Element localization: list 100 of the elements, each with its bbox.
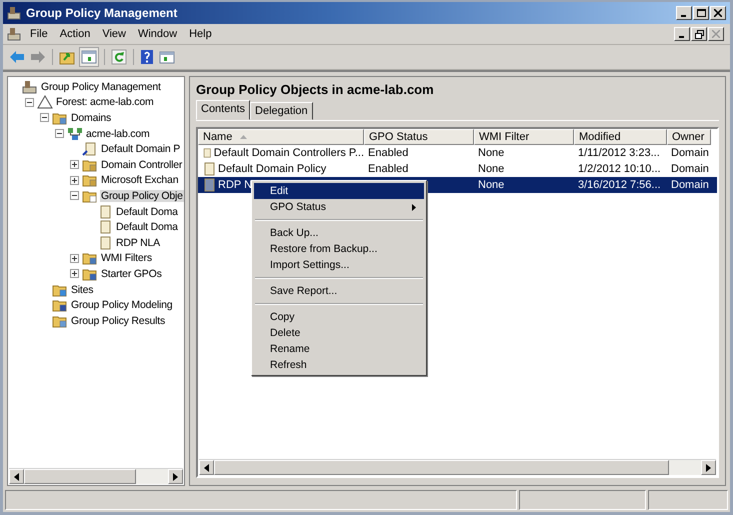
folder-icon: [82, 251, 98, 266]
menu-item[interactable]: Refresh: [254, 357, 424, 373]
tree-item[interactable]: Group Policy Obje: [100, 190, 184, 202]
menu-item[interactable]: File: [27, 28, 57, 40]
tab[interactable]: Contents: [196, 100, 250, 120]
table-cell: RDP N: [218, 179, 252, 191]
menu-item[interactable]: View: [99, 28, 135, 40]
menu-item[interactable]: Edit: [254, 183, 424, 199]
tree-item[interactable]: Group Policy Modeling: [70, 299, 174, 312]
sort-icon: [240, 135, 248, 139]
scroll-icon: [202, 146, 212, 160]
collapse-icon[interactable]: [40, 113, 49, 122]
menu-item[interactable]: Save Report...: [254, 283, 424, 299]
folder-icon: [52, 298, 68, 312]
folder-icon: [52, 282, 68, 297]
column-header[interactable]: WMI Filter: [474, 129, 574, 145]
table-cell: Domain: [671, 179, 709, 191]
menu-item[interactable]: Copy: [254, 309, 424, 325]
tree-item[interactable]: WMI Filters: [100, 252, 153, 264]
tab[interactable]: Delegation: [250, 102, 313, 120]
menu-item[interactable]: Window: [134, 28, 186, 40]
scroll-icon: [82, 142, 98, 156]
action-pane-icon[interactable]: [159, 50, 175, 64]
console-icon: [7, 27, 21, 41]
tree-item[interactable]: Sites: [70, 284, 94, 296]
scroll-right-icon[interactable]: [706, 464, 711, 472]
table-cell: Enabled: [368, 147, 408, 159]
window-title: Group Policy Management: [26, 6, 178, 20]
close-button[interactable]: [710, 6, 726, 20]
console-tree-icon[interactable]: [80, 48, 98, 66]
menu-item[interactable]: Rename: [254, 341, 424, 357]
minimize-button[interactable]: [676, 6, 692, 20]
tree-item[interactable]: Forest: acme-lab.com: [55, 96, 155, 108]
column-header[interactable]: Name: [198, 129, 364, 145]
tree-item[interactable]: Microsoft Exchan: [100, 174, 180, 186]
tree-item[interactable]: Default Doma: [115, 221, 179, 234]
folder-icon: [82, 266, 98, 281]
folder-icon: [82, 173, 98, 188]
tree-item[interactable]: Group Policy Results: [70, 314, 166, 327]
scroll-left-icon[interactable]: [204, 464, 209, 472]
refresh-icon[interactable]: [111, 49, 127, 65]
expand-icon[interactable]: [70, 176, 79, 185]
menu-item[interactable]: Back Up...: [254, 225, 424, 241]
scroll-left-icon[interactable]: [14, 472, 19, 480]
restore-icon: [694, 30, 704, 38]
menu-item[interactable]: Restore from Backup...: [254, 241, 424, 257]
tree-item[interactable]: Group Policy Management: [40, 80, 162, 93]
folder-icon: [52, 110, 68, 125]
restore-button[interactable]: [691, 27, 707, 41]
table-cell: 1/2/2012 10:10...: [578, 163, 661, 175]
collapse-icon[interactable]: [25, 98, 34, 107]
horizontal-scrollbar[interactable]: [199, 459, 716, 475]
close-button[interactable]: [708, 27, 724, 41]
scroll-right-icon[interactable]: [173, 472, 178, 480]
expand-icon[interactable]: [70, 269, 79, 278]
menu-item[interactable]: GPO Status: [254, 199, 424, 215]
menu-item[interactable]: Action: [56, 28, 100, 40]
tree-item[interactable]: Default Doma: [115, 206, 179, 218]
column-header[interactable]: GPO Status: [364, 129, 474, 145]
menu-item[interactable]: Delete: [254, 325, 424, 341]
column-header[interactable]: Owner: [667, 129, 711, 145]
network-icon: [67, 126, 83, 141]
tree-item[interactable]: Starter GPOs: [100, 268, 163, 280]
minimize-button[interactable]: [674, 27, 690, 41]
collapse-icon[interactable]: [55, 129, 64, 138]
table-cell: Enabled: [368, 163, 408, 175]
submenu-arrow-icon: [412, 204, 416, 210]
column-header[interactable]: Modified: [574, 129, 667, 145]
table-row[interactable]: Default Domain Controllers P... Enabled None 1/11/2012 3:23... Domain: [198, 145, 717, 161]
tree-item[interactable]: Domains: [70, 112, 112, 124]
tree-item[interactable]: RDP NLA: [115, 236, 161, 249]
scroll-icon: [202, 178, 216, 192]
folder-icon: [82, 158, 98, 172]
triangle-icon: [37, 95, 53, 110]
table-cell: None: [478, 147, 504, 159]
menu-item[interactable]: Help: [186, 28, 221, 40]
maximize-button[interactable]: [693, 6, 709, 20]
table-cell: None: [478, 163, 504, 175]
pane-title: Group Policy Objects in acme-lab.com: [196, 81, 435, 99]
table-cell: Domain: [671, 147, 709, 159]
help-icon[interactable]: [140, 49, 154, 65]
table-cell: Default Domain Controllers P...: [214, 147, 364, 159]
close-icon: [714, 9, 722, 17]
folder-icon: [82, 188, 98, 203]
folder-icon: [52, 314, 68, 328]
tree-item[interactable]: Default Domain P: [100, 143, 182, 156]
tree-item[interactable]: acme-lab.com: [85, 128, 151, 140]
expand-icon[interactable]: [70, 254, 79, 263]
maximize-icon: [696, 9, 706, 17]
horizontal-scrollbar[interactable]: [9, 468, 183, 484]
expand-icon[interactable]: [70, 160, 79, 170]
table-cell: 1/11/2012 3:23...: [578, 147, 660, 159]
menu-item[interactable]: Import Settings...: [254, 257, 424, 273]
table-row[interactable]: Default Domain Policy Enabled None 1/2/2012 10:10... Domain: [198, 161, 717, 177]
tree-item[interactable]: Domain Controller: [100, 158, 184, 171]
console-icon: [22, 80, 38, 94]
collapse-icon[interactable]: [70, 191, 79, 200]
table-cell: 3/16/2012 7:56...: [578, 179, 661, 191]
table-cell: None: [478, 179, 504, 191]
console-icon: [7, 6, 21, 20]
